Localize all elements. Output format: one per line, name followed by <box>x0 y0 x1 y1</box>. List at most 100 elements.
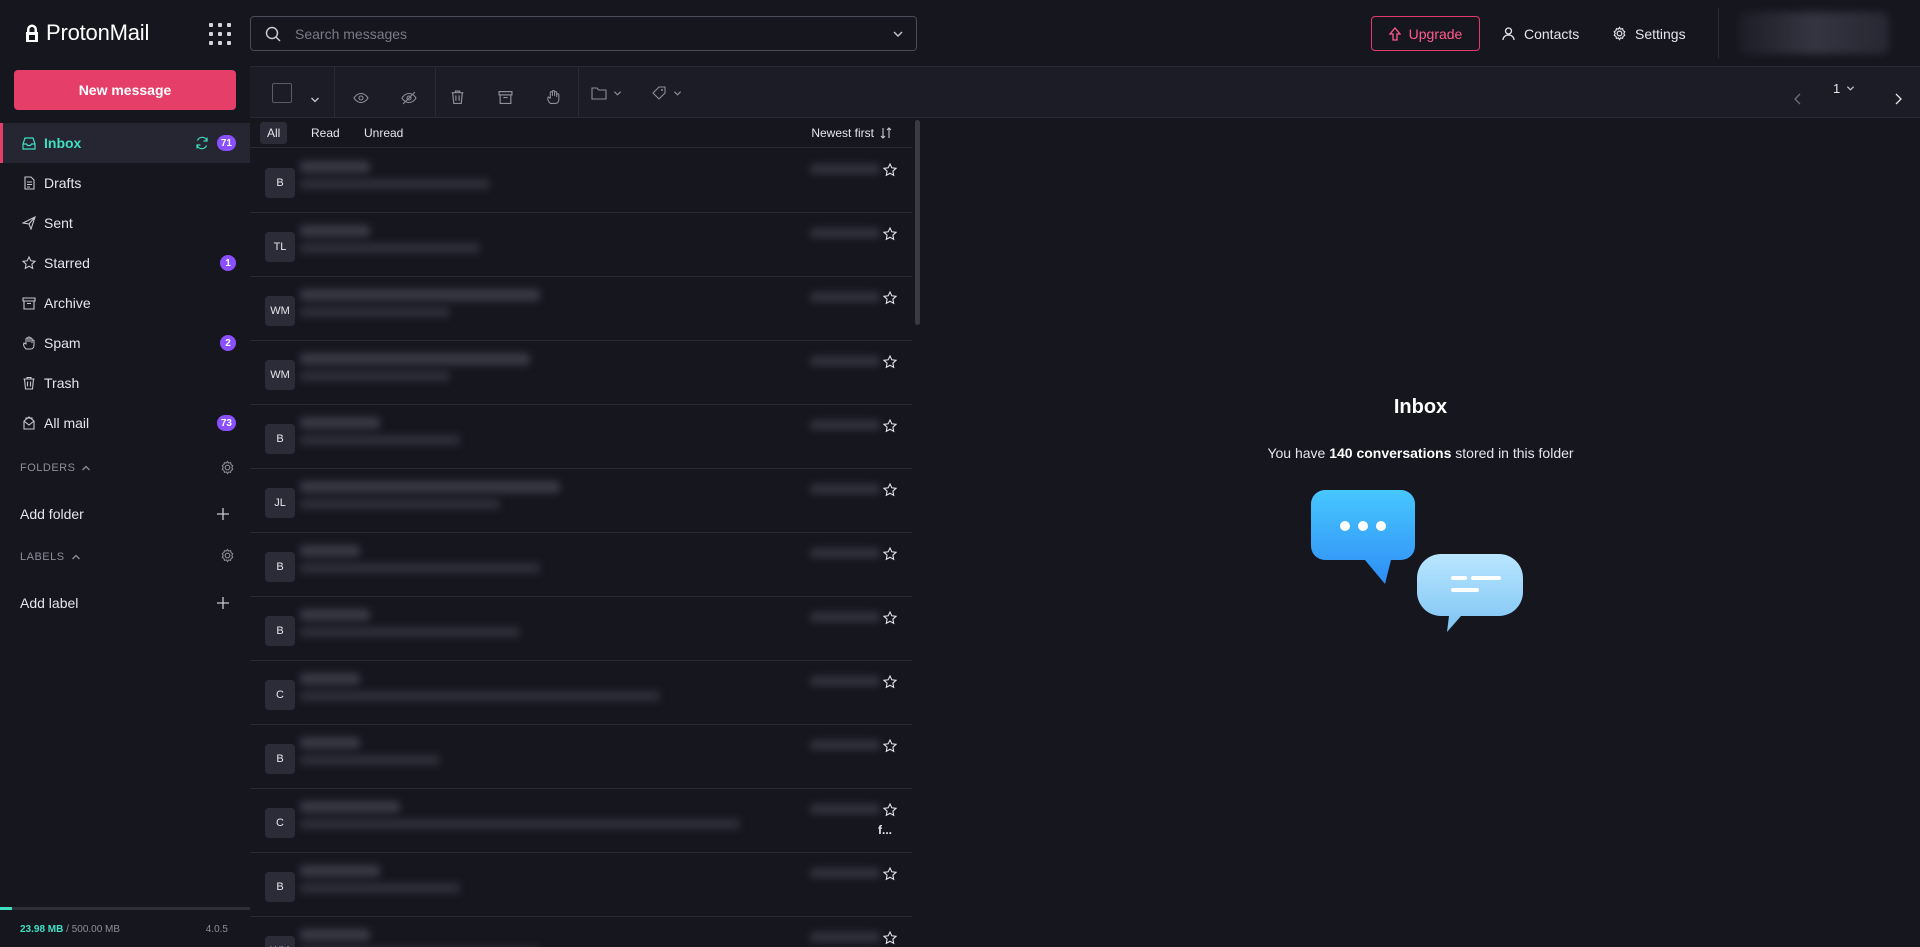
star-icon[interactable] <box>883 675 897 689</box>
labels-settings-gear-icon[interactable] <box>220 548 235 563</box>
sidebar-item-trash[interactable]: Trash <box>0 363 250 403</box>
storage-text: 23.98 MB / 500.00 MB <box>20 924 120 935</box>
sender-avatar[interactable]: C <box>265 680 295 710</box>
sender-avatar[interactable]: WM <box>265 360 295 390</box>
star-icon[interactable] <box>883 547 897 561</box>
move-to-folder-button[interactable] <box>591 81 622 105</box>
message-row[interactable]: B <box>250 405 912 469</box>
mark-unread-eye-slash-icon[interactable] <box>401 86 417 110</box>
blurred-sender <box>300 609 370 621</box>
settings-label: Settings <box>1635 25 1686 42</box>
sidebar-item-archive[interactable]: Archive <box>0 283 250 323</box>
message-row[interactable]: C <box>250 661 912 725</box>
star-icon[interactable] <box>883 867 897 881</box>
add-label-button[interactable]: Add label <box>20 592 230 614</box>
storage-progress-bar <box>0 907 250 910</box>
refresh-icon[interactable] <box>195 136 209 150</box>
user-menu[interactable] <box>1718 8 1908 58</box>
star-icon[interactable] <box>883 611 897 625</box>
folders-heading: FOLDERS <box>20 462 76 474</box>
sidebar-item-label: Drafts <box>44 175 82 191</box>
star-icon[interactable] <box>883 355 897 369</box>
message-row[interactable]: WM <box>250 341 912 405</box>
message-row[interactable]: TL <box>250 213 912 277</box>
sort-toggle[interactable]: Newest first <box>811 122 892 144</box>
message-row[interactable]: WM <box>250 917 912 947</box>
search-bar[interactable] <box>250 16 917 51</box>
sent-icon <box>22 216 36 230</box>
search-input[interactable] <box>295 25 892 42</box>
filter-unread[interactable]: Unread <box>357 122 410 144</box>
sender-avatar[interactable]: B <box>265 744 295 774</box>
sidebar-item-all-mail[interactable]: All mail 73 <box>0 403 250 443</box>
mark-read-eye-icon[interactable] <box>353 86 369 110</box>
blurred-sender <box>300 289 540 301</box>
filter-read[interactable]: Read <box>304 122 347 144</box>
page-selector[interactable]: 1 <box>1833 81 1855 96</box>
message-row[interactable]: B <box>250 597 912 661</box>
filter-all[interactable]: All <box>260 122 288 144</box>
blurred-date <box>810 676 880 686</box>
select-dropdown-chevron-icon[interactable] <box>310 88 320 112</box>
storage-used: 23.98 MB <box>20 924 64 935</box>
star-icon[interactable] <box>883 419 897 433</box>
message-row[interactable]: WM <box>250 277 912 341</box>
blurred-date <box>810 356 880 366</box>
trash-icon[interactable] <box>450 85 465 109</box>
spam-hand-icon[interactable] <box>546 85 561 109</box>
message-row[interactable]: JL <box>250 469 912 533</box>
sidebar-item-starred[interactable]: Starred 1 <box>0 243 250 283</box>
sidebar-item-sent[interactable]: Sent <box>0 203 250 243</box>
all-mail-icon <box>23 416 35 430</box>
folder-title: Inbox <box>1393 396 1448 418</box>
star-icon[interactable] <box>883 803 897 817</box>
settings-button[interactable]: Settings <box>1612 16 1686 51</box>
folders-section-toggle[interactable]: FOLDERS <box>20 462 91 474</box>
sender-avatar[interactable]: TL <box>265 232 295 262</box>
sender-avatar[interactable]: C <box>265 808 295 838</box>
star-icon[interactable] <box>883 163 897 177</box>
add-folder-button[interactable]: Add folder <box>20 503 230 525</box>
sender-avatar[interactable]: JL <box>265 488 295 518</box>
message-row[interactable]: Cf... <box>250 789 912 853</box>
protonmail-logo[interactable]: ProtonMail <box>24 20 149 46</box>
blurred-sender <box>300 801 400 813</box>
sender-avatar[interactable]: B <box>265 872 295 902</box>
message-row[interactable]: B <box>250 853 912 917</box>
blurred-sender <box>300 673 360 685</box>
star-icon[interactable] <box>883 739 897 753</box>
star-icon[interactable] <box>883 931 897 945</box>
sidebar-item-spam[interactable]: Spam 2 <box>0 323 250 363</box>
new-message-button[interactable]: New message <box>14 70 236 110</box>
message-row[interactable]: B <box>250 725 912 789</box>
blurred-date <box>810 612 880 622</box>
message-row[interactable]: B <box>250 533 912 597</box>
sender-avatar[interactable]: B <box>265 168 295 198</box>
previous-page-chevron-left-icon[interactable] <box>1793 87 1803 111</box>
contacts-button[interactable]: Contacts <box>1501 16 1579 51</box>
sender-avatar[interactable]: WM <box>265 296 295 326</box>
sidebar-item-inbox[interactable]: Inbox 71 <box>0 123 250 163</box>
star-icon[interactable] <box>883 291 897 305</box>
conversation-bubbles-illustration <box>1311 490 1523 632</box>
message-row[interactable]: B <box>250 149 912 213</box>
blurred-subject <box>300 755 440 765</box>
chevron-down-icon[interactable] <box>892 28 904 40</box>
upgrade-button[interactable]: Upgrade <box>1371 16 1480 51</box>
apply-label-button[interactable] <box>651 81 682 105</box>
next-page-chevron-right-icon[interactable] <box>1893 87 1903 111</box>
apps-grid-button[interactable] <box>206 20 232 46</box>
folders-settings-gear-icon[interactable] <box>220 460 235 475</box>
sender-avatar[interactable]: B <box>265 424 295 454</box>
archive-icon[interactable] <box>498 85 513 109</box>
sidebar-item-drafts[interactable]: Drafts <box>0 163 250 203</box>
star-icon[interactable] <box>883 227 897 241</box>
labels-section-toggle[interactable]: LABELS <box>20 551 81 563</box>
sender-avatar[interactable]: WM <box>265 936 295 947</box>
select-all-checkbox[interactable] <box>272 81 292 105</box>
sender-avatar[interactable]: B <box>265 616 295 646</box>
message-list-scrollbar[interactable] <box>915 120 920 325</box>
star-icon[interactable] <box>883 483 897 497</box>
sender-avatar[interactable]: B <box>265 552 295 582</box>
blurred-subject <box>300 243 480 253</box>
